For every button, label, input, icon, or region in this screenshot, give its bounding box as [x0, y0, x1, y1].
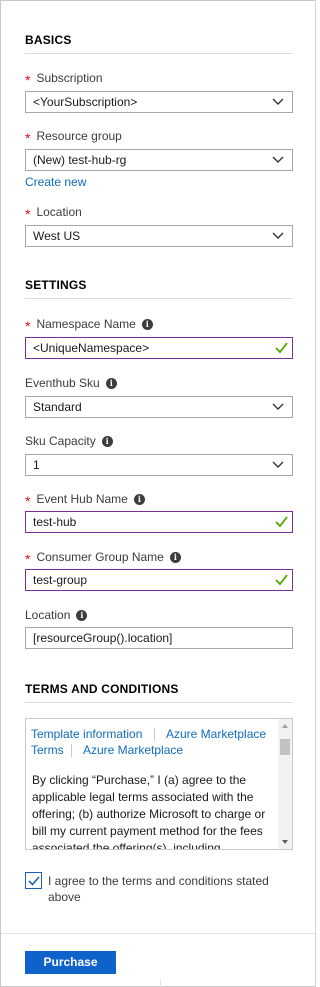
settings-location-value: [resourceGroup().location]: [33, 631, 173, 645]
location-select[interactable]: West US: [25, 225, 293, 247]
required-marker: *: [25, 551, 31, 567]
azure-marketplace-link[interactable]: Azure Marketplace: [166, 727, 266, 741]
subscription-value: <YourSubscription>: [33, 95, 138, 109]
required-marker: *: [25, 130, 31, 146]
subscription-label-text: Subscription: [36, 71, 103, 85]
consumer-group-name-value: test-group: [33, 573, 88, 587]
link-separator: [154, 728, 155, 741]
namespace-name-input[interactable]: <UniqueNamespace>: [25, 337, 293, 359]
azure-marketplace-terms-link[interactable]: Azure Marketplace: [83, 743, 183, 757]
sku-capacity-label: Sku Capacity i: [25, 434, 113, 448]
info-icon[interactable]: i: [169, 551, 181, 563]
terms-section-title: TERMS AND CONDITIONS: [25, 682, 179, 696]
eventhub-sku-select[interactable]: Standard: [25, 396, 293, 418]
checkmark-icon: [28, 876, 40, 886]
chevron-down-icon: [272, 232, 284, 239]
purchase-button[interactable]: Purchase: [25, 951, 116, 974]
location-label: * Location: [25, 205, 82, 222]
basics-section-title: BASICS: [25, 33, 72, 47]
namespace-name-label: * Namespace Name i: [25, 317, 153, 334]
sku-capacity-label-text: Sku Capacity: [25, 434, 96, 448]
subscription-select[interactable]: <YourSubscription>: [25, 91, 293, 113]
required-marker: *: [25, 493, 31, 509]
sku-capacity-value: 1: [33, 458, 40, 472]
terms-body-text: By clicking “Purchase,” I (a) agree to t…: [32, 773, 266, 850]
checkmark-icon: [275, 516, 288, 528]
template-information-link[interactable]: Template information: [31, 727, 142, 741]
resource-group-label: * Resource group: [25, 129, 122, 146]
scroll-up-arrow-icon[interactable]: [281, 723, 289, 729]
footer-tick: [160, 979, 161, 987]
namespace-name-label-text: Namespace Name: [36, 317, 136, 331]
required-marker: *: [25, 318, 31, 334]
chevron-down-icon: [272, 156, 284, 163]
terms-scrollbar[interactable]: [278, 719, 292, 849]
link-separator: [71, 744, 72, 757]
info-icon[interactable]: i: [101, 435, 113, 447]
footer-divider: [1, 933, 315, 934]
checkmark-icon: [275, 574, 288, 586]
info-icon[interactable]: i: [76, 609, 88, 621]
consumer-group-name-input[interactable]: test-group: [25, 569, 293, 591]
info-icon[interactable]: i: [133, 493, 145, 505]
agree-terms-label[interactable]: I agree to the terms and conditions stat…: [48, 873, 288, 905]
event-hub-name-label-text: Event Hub Name: [36, 492, 128, 506]
resource-group-value: (New) test-hub-rg: [33, 153, 127, 167]
event-hub-name-input[interactable]: test-hub: [25, 511, 293, 533]
consumer-group-name-label-text: Consumer Group Name: [36, 550, 164, 564]
checkmark-icon: [275, 342, 288, 354]
required-marker: *: [25, 206, 31, 222]
required-marker: *: [25, 72, 31, 88]
basics-divider: [25, 53, 293, 54]
sku-capacity-select[interactable]: 1: [25, 454, 293, 476]
location-value: West US: [33, 229, 81, 243]
chevron-down-icon: [272, 461, 284, 468]
settings-location-label-text: Location: [25, 608, 71, 622]
terms-scrollbar-thumb[interactable]: [280, 739, 290, 755]
settings-divider: [25, 298, 293, 299]
eventhub-sku-value: Standard: [33, 400, 82, 414]
terms-divider: [25, 702, 293, 703]
scroll-down-arrow-icon[interactable]: [281, 839, 289, 845]
info-icon[interactable]: i: [105, 377, 117, 389]
terms-box[interactable]: Template information Azure Marketplace T…: [25, 718, 293, 850]
subscription-label: * Subscription: [25, 71, 103, 88]
event-hub-name-label: * Event Hub Name i: [25, 492, 145, 509]
settings-section-title: SETTINGS: [25, 278, 87, 292]
create-new-link[interactable]: Create new: [25, 175, 86, 189]
agree-terms-checkbox[interactable]: [25, 872, 42, 889]
namespace-name-value: <UniqueNamespace>: [33, 341, 150, 355]
consumer-group-name-label: * Consumer Group Name i: [25, 550, 181, 567]
settings-location-label: Location i: [25, 608, 88, 622]
terms-link[interactable]: Terms: [31, 743, 64, 757]
info-icon[interactable]: i: [141, 318, 153, 330]
eventhub-sku-label-text: Eventhub Sku: [25, 376, 100, 390]
location-label-text: Location: [36, 205, 82, 219]
event-hub-name-value: test-hub: [33, 515, 77, 529]
resource-group-select[interactable]: (New) test-hub-rg: [25, 149, 293, 171]
resource-group-label-text: Resource group: [36, 129, 122, 143]
chevron-down-icon: [272, 98, 284, 105]
eventhub-sku-label: Eventhub Sku i: [25, 376, 117, 390]
settings-location-input[interactable]: [resourceGroup().location]: [25, 627, 293, 649]
chevron-down-icon: [272, 403, 284, 410]
